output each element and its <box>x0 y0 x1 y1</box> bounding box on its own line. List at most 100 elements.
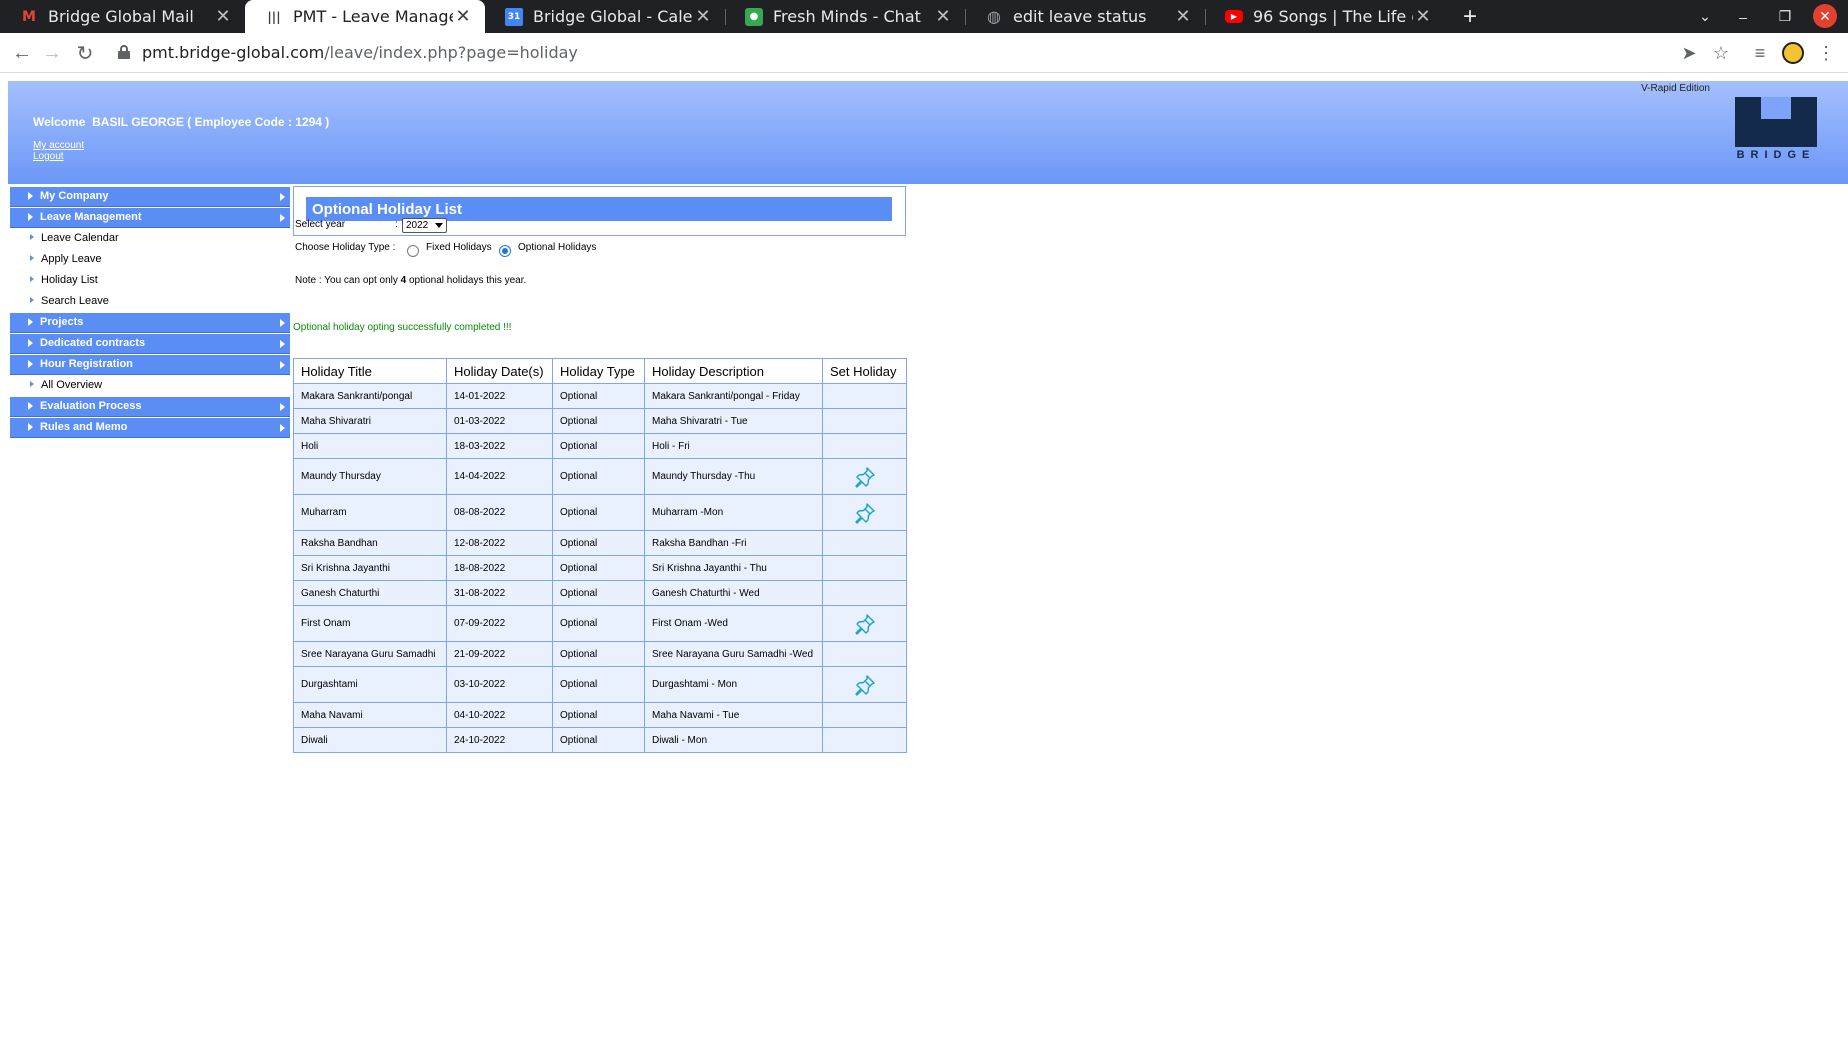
arrow-right-icon <box>280 214 285 222</box>
arrow-right-icon <box>30 234 34 240</box>
table-row: First Onam 07-09-2022 Optional First Onam -… <box>293 605 907 642</box>
set-holiday-cell <box>822 605 907 642</box>
arrow-right-icon <box>28 192 33 200</box>
tab-title: Bridge Global - Calendar - <box>533 7 693 26</box>
my-account-link[interactable]: My account <box>33 140 84 151</box>
tab-separator <box>965 9 966 25</box>
welcome-text: Welcome BASIL GEORGE ( Employee Code : 1… <box>33 115 330 129</box>
table-row: Maundy Thursday 14-04-2022 Optional Maundy … <box>293 458 907 495</box>
set-holiday-cell <box>822 580 907 606</box>
sidebar-menu-projects[interactable]: Projects <box>10 313 290 333</box>
holiday-date-cell: 08-08-2022 <box>446 494 553 531</box>
browser-tab-active[interactable]: ||| PMT - Leave Management ✕ <box>245 0 485 33</box>
page-title: Optional Holiday List <box>306 197 892 221</box>
holiday-date-cell: 04-10-2022 <box>446 702 553 728</box>
send-icon[interactable]: ➤ <box>1677 41 1701 65</box>
pmt-icon: ||| <box>267 9 281 24</box>
browser-tab[interactable]: M Bridge Global Mail ✕ <box>0 0 245 33</box>
sidebar-item-label: Evaluation Process <box>40 400 142 412</box>
holiday-title-cell: Holi <box>293 433 447 459</box>
logo-text: BRIDGE <box>1736 149 1816 161</box>
restore-icon[interactable]: ❐ <box>1770 0 1800 33</box>
success-message: Optional holiday opting successfully com… <box>293 322 512 333</box>
table-row: Raksha Bandhan 12-08-2022 Optional Raksha B… <box>293 530 907 556</box>
holiday-title-cell: Maha Navami <box>293 702 447 728</box>
holiday-type-cell: Optional <box>552 383 645 409</box>
holiday-type-cell: Optional <box>552 702 645 728</box>
sidebar-item-holiday-list[interactable]: Holiday List <box>10 271 290 291</box>
holiday-description-cell: Diwali - Mon <box>644 727 823 753</box>
browser-tab[interactable]: 31 Bridge Global - Calendar - ✕ <box>485 0 725 33</box>
minimize-icon[interactable]: – <box>1728 0 1758 33</box>
sidebar-menu-dedicated-contracts[interactable]: Dedicated contracts <box>10 334 290 354</box>
browser-tab[interactable]: ● Fresh Minds - Chat ✕ <box>725 0 965 33</box>
sidebar-menu-hour-registration[interactable]: Hour Registration <box>10 355 290 375</box>
forward-icon[interactable]: → <box>40 41 64 65</box>
sidebar-menu-my-company[interactable]: My Company <box>10 187 290 207</box>
holiday-description-cell: Maha Navami - Tue <box>644 702 823 728</box>
holiday-date-cell: 18-03-2022 <box>446 433 553 459</box>
holiday-table: Holiday Title Holiday Date(s) Holiday Ty… <box>293 358 907 753</box>
lock-icon[interactable] <box>118 45 130 59</box>
holiday-description-cell: Raksha Bandhan -Fri <box>644 530 823 556</box>
sidebar-item-apply-leave[interactable]: Apply Leave <box>10 250 290 270</box>
pin-icon[interactable] <box>853 673 877 697</box>
sidebar-item-search-leave[interactable]: Search Leave <box>10 292 290 312</box>
chat-icon: ● <box>745 7 763 26</box>
close-icon[interactable]: ✕ <box>1173 6 1193 27</box>
back-icon[interactable]: ← <box>10 41 34 65</box>
youtube-icon: ▶ <box>1225 10 1243 23</box>
address-bar[interactable]: pmt.bridge-global.com/leave/index.php?pa… <box>142 43 578 62</box>
close-icon[interactable]: ✕ <box>693 6 713 27</box>
sidebar-item-all-overview[interactable]: All Overview <box>10 376 290 396</box>
holiday-type-label: Choose Holiday Type : <box>295 242 396 253</box>
sidebar-item-leave-calendar[interactable]: Leave Calendar <box>10 229 290 249</box>
holiday-title-cell: Raksha Bandhan <box>293 530 447 556</box>
tab-search-icon[interactable]: ⌄ <box>1690 0 1720 33</box>
reload-icon[interactable]: ↻ <box>73 41 97 65</box>
new-tab-icon[interactable]: + <box>1455 0 1485 33</box>
pin-icon[interactable] <box>853 501 877 525</box>
profile-avatar[interactable] <box>1782 42 1804 64</box>
pin-icon[interactable] <box>853 612 877 636</box>
close-icon[interactable]: ✕ <box>453 6 473 27</box>
edition-label: V-Rapid Edition <box>1641 83 1710 94</box>
tab-title: edit leave status <box>1013 7 1147 26</box>
star-icon[interactable]: ☆ <box>1709 41 1733 65</box>
arrow-right-icon <box>28 213 33 221</box>
sidebar-menu-leave-management[interactable]: Leave Management <box>10 208 290 228</box>
arrow-right-icon <box>28 360 33 368</box>
optional-holidays-radio[interactable] <box>499 245 511 257</box>
close-icon[interactable]: ✕ <box>213 6 233 27</box>
holiday-type-cell: Optional <box>552 530 645 556</box>
browser-tab[interactable]: ◍ edit leave status ✕ <box>965 0 1205 33</box>
table-row: Holi 18-03-2022 Optional Holi - Fri <box>293 433 907 459</box>
logout-link[interactable]: Logout <box>33 151 64 162</box>
year-select[interactable]: 2022 <box>402 218 447 233</box>
window-close-icon[interactable]: ✕ <box>1813 4 1837 28</box>
sidebar-menu-rules-and-memo[interactable]: Rules and Memo <box>10 418 290 438</box>
menu-dots-icon[interactable]: ⋮ <box>1814 41 1838 65</box>
sidebar-item-label: Leave Management <box>40 211 142 223</box>
column-header: Holiday Description <box>644 358 823 384</box>
browser-tab[interactable]: ▶ 96 Songs | The Life of Ram ✕ <box>1205 0 1445 33</box>
arrow-right-icon <box>30 381 34 387</box>
holiday-date-cell: 07-09-2022 <box>446 605 553 642</box>
sidebar-menu-evaluation-process[interactable]: Evaluation Process <box>10 397 290 417</box>
arrow-right-icon <box>30 255 34 261</box>
sidebar-item-label: Leave Calendar <box>41 232 119 244</box>
media-icon[interactable]: ≡ <box>1748 41 1772 65</box>
set-holiday-cell <box>822 408 907 434</box>
holiday-type-cell: Optional <box>552 727 645 753</box>
content-title-box: Optional Holiday List <box>293 186 906 236</box>
tab-title: Bridge Global Mail <box>48 7 194 26</box>
close-icon[interactable]: ✕ <box>1413 6 1433 27</box>
close-icon[interactable]: ✕ <box>933 6 953 27</box>
note-text: Note : You can opt only 4 optional holid… <box>295 275 526 286</box>
pin-icon[interactable] <box>853 465 877 489</box>
holiday-type-cell: Optional <box>552 408 645 434</box>
fixed-holidays-radio[interactable] <box>407 245 419 257</box>
tab-separator <box>725 9 726 25</box>
set-holiday-cell <box>822 530 907 556</box>
arrow-right-icon <box>28 423 33 431</box>
